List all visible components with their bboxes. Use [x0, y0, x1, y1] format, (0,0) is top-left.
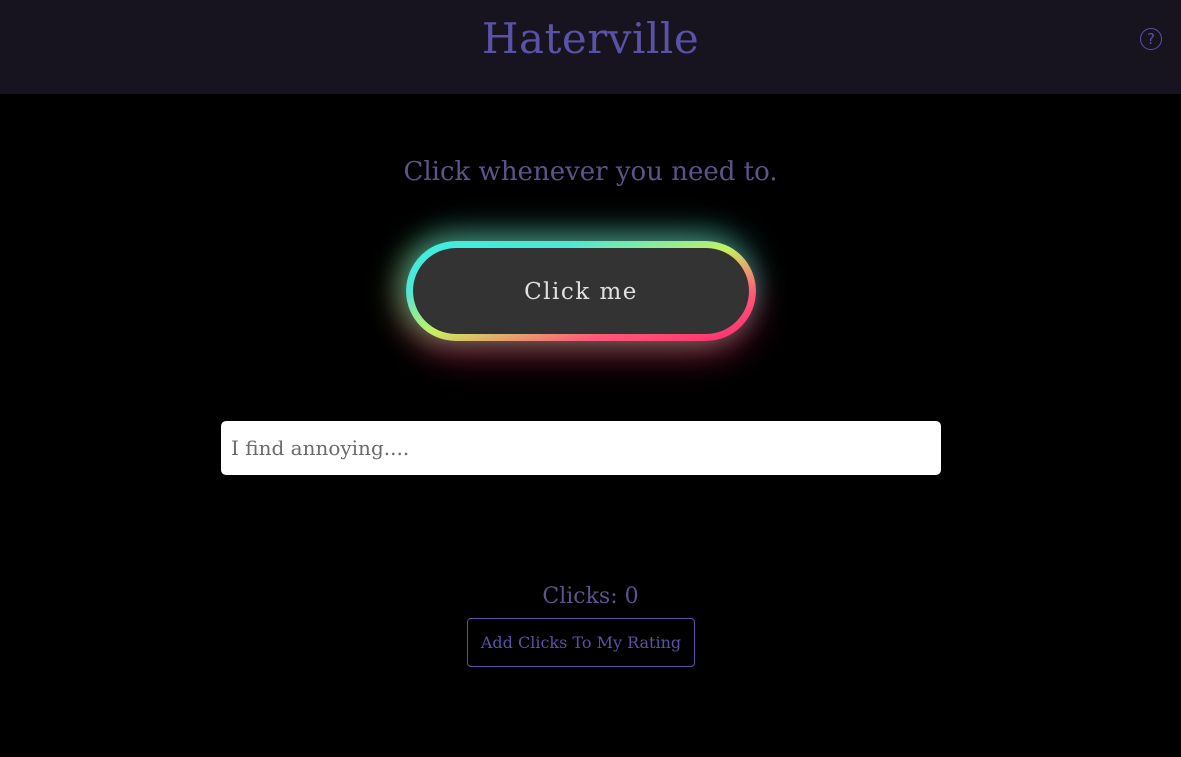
app-header: Haterville ?: [0, 0, 1181, 94]
click-me-glow-frame[interactable]: Click me: [406, 241, 756, 341]
add-clicks-to-rating-button[interactable]: Add Clicks To My Rating: [467, 618, 695, 667]
click-me-button[interactable]: Click me: [413, 248, 749, 334]
question-circle-icon[interactable]: ?: [1140, 28, 1162, 50]
tagline: Click whenever you need to.: [403, 157, 778, 187]
app-title: Haterville: [481, 14, 700, 63]
clicks-counter: Clicks: 0: [542, 584, 639, 609]
annoyance-input[interactable]: [221, 421, 941, 475]
